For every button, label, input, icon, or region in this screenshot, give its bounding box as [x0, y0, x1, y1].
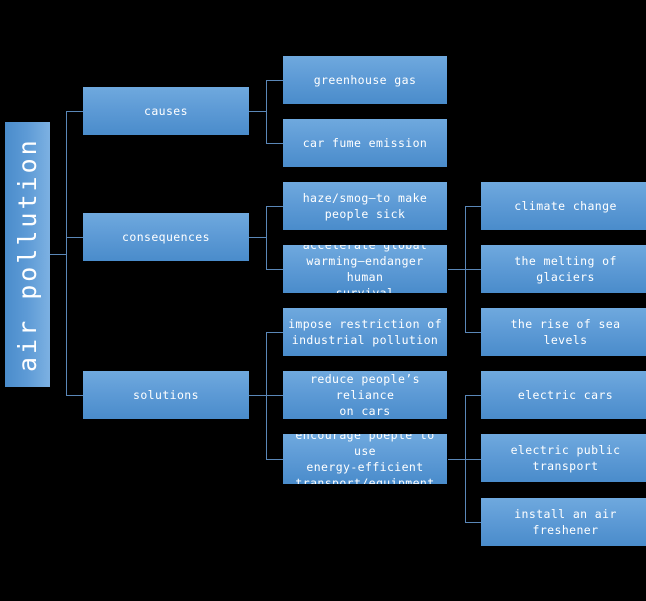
node-electric-cars[interactable]: electric cars: [481, 371, 646, 419]
node-melting-of-glaciers[interactable]: the melting of glaciers: [481, 245, 646, 293]
root-node-air-pollution[interactable]: air pollution: [5, 122, 50, 387]
mind-map-canvas: air pollution causes consequences soluti…: [0, 0, 646, 601]
connector-solutions-to-reduce-reliance: [266, 395, 283, 396]
node-solutions[interactable]: solutions: [83, 371, 249, 419]
connector-encourage-to-air-freshener: [465, 522, 482, 523]
connector-root-stub: [50, 254, 66, 255]
connector-consequences-stub: [249, 237, 266, 238]
node-accelerate-global-warming[interactable]: accelerate global warming—endanger human…: [283, 245, 447, 293]
connector-root-trunk: [66, 111, 67, 395]
node-electric-public-transport[interactable]: electric public transport: [481, 434, 646, 482]
connector-root-to-solutions: [66, 395, 83, 396]
connector-causes-to-car-fume-emission: [266, 143, 283, 144]
node-consequences[interactable]: consequences: [83, 213, 249, 261]
connector-root-to-consequences: [66, 237, 83, 238]
node-haze-smog-people-sick[interactable]: haze/smog—to make people sick: [283, 182, 447, 230]
node-install-air-freshener[interactable]: install an air freshener: [481, 498, 646, 546]
node-rise-of-sea-levels[interactable]: the rise of sea levels: [481, 308, 646, 356]
connector-causes-trunk: [266, 80, 267, 143]
node-reduce-reliance-on-cars[interactable]: reduce people’s reliance on cars: [283, 371, 447, 419]
connector-solutions-to-impose-restriction: [266, 332, 283, 333]
connector-solutions-stub: [249, 395, 266, 396]
connector-warming-to-melting-glaciers: [465, 269, 482, 270]
connector-causes-stub: [249, 111, 266, 112]
node-encourage-energy-efficient-transport[interactable]: encourage poeple to use energy-efficient…: [283, 434, 447, 484]
connector-warming-to-rise-sea-levels: [465, 332, 482, 333]
connector-consequences-trunk: [266, 206, 267, 269]
connector-encourage-stub: [448, 459, 465, 460]
node-impose-restriction-industrial-pollution[interactable]: impose restriction of industrial polluti…: [283, 308, 447, 356]
connector-root-to-causes: [66, 111, 83, 112]
connector-causes-to-greenhouse-gas: [266, 80, 283, 81]
node-greenhouse-gas[interactable]: greenhouse gas: [283, 56, 447, 104]
node-climate-change[interactable]: climate change: [481, 182, 646, 230]
node-causes[interactable]: causes: [83, 87, 249, 135]
connector-encourage-to-electric-public-transport: [465, 459, 482, 460]
connector-warming-to-climate-change: [465, 206, 482, 207]
connector-solutions-to-encourage-energy-efficient: [266, 459, 283, 460]
node-car-fume-emission[interactable]: car fume emission: [283, 119, 447, 167]
connector-encourage-to-electric-cars: [465, 395, 482, 396]
connector-warming-stub: [448, 269, 465, 270]
connector-consequences-to-accelerate-warming: [266, 269, 283, 270]
connector-consequences-to-haze-smog: [266, 206, 283, 207]
